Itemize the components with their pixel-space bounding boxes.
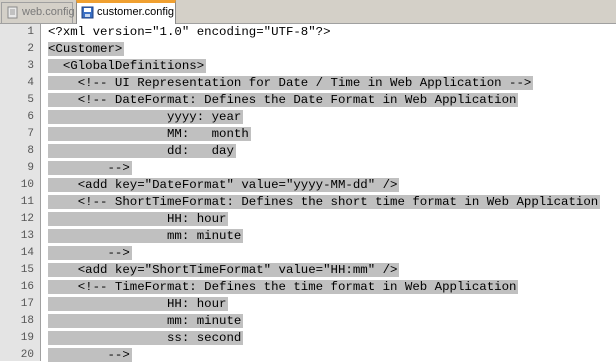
code-line[interactable]: <!-- TimeFormat: Defines the time format… xyxy=(48,279,519,296)
code-line[interactable]: HH: hour xyxy=(48,211,229,228)
line-number: 9 xyxy=(27,162,34,174)
line-number: 20 xyxy=(20,349,34,361)
code-line[interactable]: dd: day xyxy=(48,143,236,160)
code-editor[interactable]: <?xml version="1.0" encoding="UTF-8"?> <C… xyxy=(42,24,616,364)
line-number: 11 xyxy=(20,196,34,208)
line-number-gutter: 1 2 3 4 5 6 7 8 9 10 11 12 13 14 15 16 17 18 19 20 xyxy=(0,24,41,361)
code-line-text: <!-- UI Representation for Date / Time i… xyxy=(48,76,534,90)
tab-label: customer.config xyxy=(97,6,175,18)
code-line[interactable]: --> xyxy=(48,160,132,177)
line-number: 7 xyxy=(27,128,34,140)
code-line[interactable]: <!-- DateFormat: Defines the Date Format… xyxy=(48,92,519,109)
line-number: 13 xyxy=(20,230,34,242)
code-line[interactable]: mm: minute xyxy=(48,228,244,245)
code-line-text: yyyy: year xyxy=(48,110,244,124)
code-line[interactable]: --> xyxy=(48,245,132,262)
code-line-text: <add key="ShortTimeFormat" value="HH:mm"… xyxy=(48,263,400,277)
code-line-text: HH: hour xyxy=(48,212,229,226)
code-line[interactable]: <!-- UI Representation for Date / Time i… xyxy=(48,75,534,92)
save-document-icon xyxy=(81,6,94,19)
code-line[interactable]: <?xml version="1.0" encoding="UTF-8"?> xyxy=(48,24,331,41)
code-line-text: HH: hour xyxy=(48,297,229,311)
code-line-text: --> xyxy=(48,348,132,362)
code-line-text: <!-- TimeFormat: Defines the time format… xyxy=(48,280,519,294)
code-line[interactable]: <!-- ShortTimeFormat: Defines the short … xyxy=(48,194,601,211)
code-line[interactable]: <add key="DateFormat" value="yyyy-MM-dd"… xyxy=(48,177,400,194)
line-number: 15 xyxy=(20,264,34,276)
code-line-text: dd: day xyxy=(48,144,236,158)
line-number: 8 xyxy=(27,145,34,157)
line-number: 10 xyxy=(20,179,34,191)
code-line[interactable]: mm: minute xyxy=(48,313,244,330)
code-line-text: <!-- DateFormat: Defines the Date Format… xyxy=(48,93,519,107)
line-number: 6 xyxy=(27,111,34,123)
code-line-text: mm: minute xyxy=(48,314,244,328)
code-line[interactable]: <add key="ShortTimeFormat" value="HH:mm"… xyxy=(48,262,400,279)
code-line-text: --> xyxy=(48,246,132,260)
line-number: 17 xyxy=(20,298,34,310)
line-number: 4 xyxy=(27,77,34,89)
code-line-text: mm: minute xyxy=(48,229,244,243)
tab-web-config[interactable]: web.config xyxy=(1,2,75,23)
line-number: 16 xyxy=(20,281,34,293)
code-line[interactable]: <GlobalDefinitions> xyxy=(48,58,207,75)
document-icon xyxy=(7,6,18,19)
code-line[interactable]: yyyy: year xyxy=(48,109,244,126)
tab-customer-config[interactable]: customer.config xyxy=(76,0,176,24)
line-number: 18 xyxy=(20,315,34,327)
code-line[interactable]: --> xyxy=(48,347,132,364)
code-line[interactable]: HH: hour xyxy=(48,296,229,313)
tab-bar: web.config customer.config xyxy=(0,0,616,24)
code-line[interactable]: <Customer> xyxy=(48,41,125,58)
line-number: 5 xyxy=(27,94,34,106)
code-line-text: --> xyxy=(48,161,132,175)
code-line-text: <add key="DateFormat" value="yyyy-MM-dd"… xyxy=(48,178,400,192)
code-line[interactable]: MM: month xyxy=(48,126,251,143)
line-number: 19 xyxy=(20,332,34,344)
tab-label: web.config xyxy=(22,6,75,18)
code-line-text: <Customer> xyxy=(48,42,125,56)
code-line[interactable]: ss: second xyxy=(48,330,244,347)
line-number: 12 xyxy=(20,213,34,225)
code-line-text: <!-- ShortTimeFormat: Defines the short … xyxy=(48,195,601,209)
code-line-text: <?xml version="1.0" encoding="UTF-8"?> xyxy=(48,25,331,39)
line-number: 3 xyxy=(27,60,34,72)
line-number: 2 xyxy=(27,43,34,55)
line-number: 14 xyxy=(20,247,34,259)
line-number: 1 xyxy=(27,26,34,38)
code-line-text: ss: second xyxy=(48,331,244,345)
code-line-text: MM: month xyxy=(48,127,251,141)
code-line-text: <GlobalDefinitions> xyxy=(48,59,207,73)
